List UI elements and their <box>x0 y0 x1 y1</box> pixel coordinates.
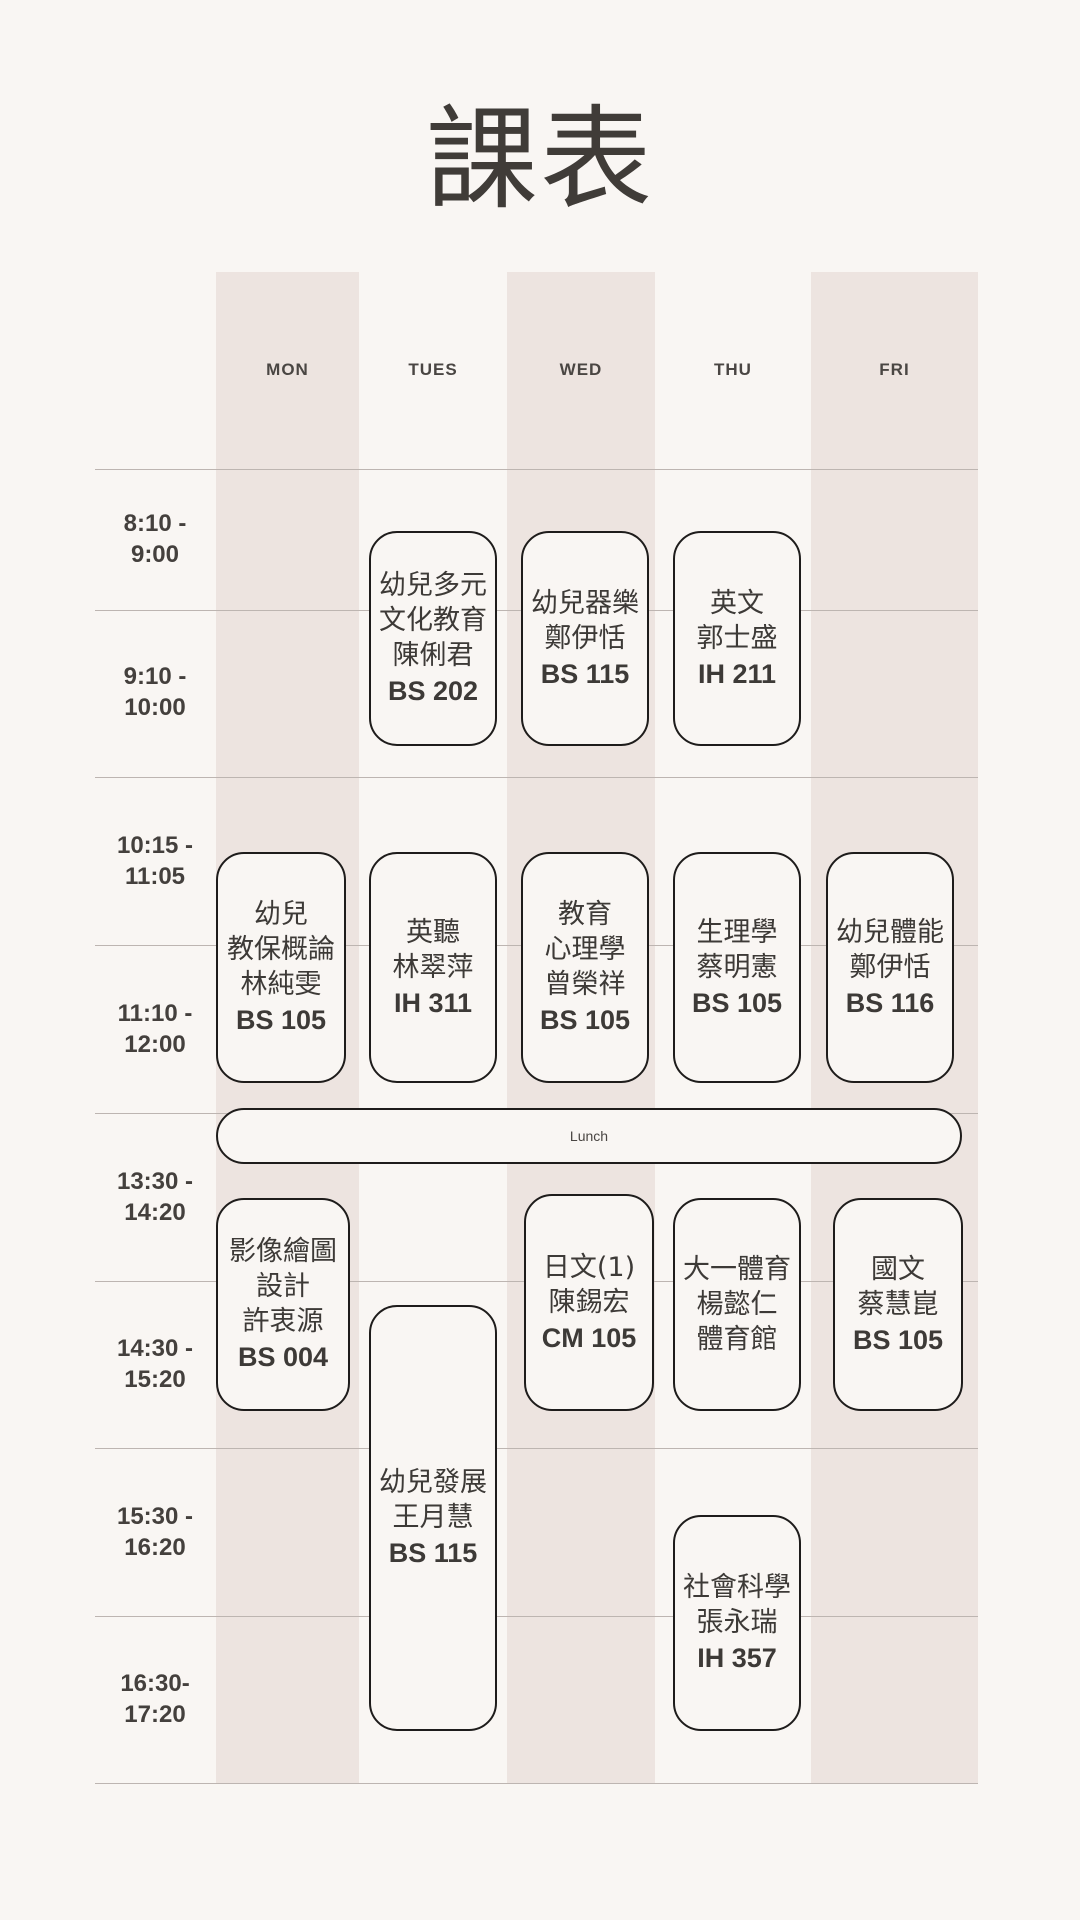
course-text-line: 文化教育 <box>379 605 487 636</box>
course-room: CM 105 <box>541 1322 637 1353</box>
course-text-line: 鄭伊恬 <box>544 622 626 654</box>
time-label: 10:15 -11:05 <box>116 832 194 890</box>
course-text-line: 英文 <box>710 587 764 619</box>
course-text-line: 鄭伊恬 <box>849 951 931 983</box>
course-text-line: 心理學 <box>544 934 626 965</box>
course-card[interactable]: 幼兒器樂 鄭伊恬 BS 115 <box>521 531 649 746</box>
day-header-thu: THU <box>714 360 752 379</box>
course-text-line: 大一體育 <box>683 1254 791 1285</box>
course-text-line: 郭士盛 <box>696 622 778 654</box>
time-label: 8:10 -9:00 <box>123 510 187 568</box>
course-card[interactable]: 幼兒發展王月慧 BS 115 <box>369 1305 497 1731</box>
row-divider <box>95 1616 978 1617</box>
course-text-line: 幼兒 <box>254 899 308 930</box>
lunch-bar: Lunch <box>216 1108 962 1164</box>
course-text-line: 曾榮祥 <box>544 969 626 1000</box>
course-card[interactable]: 幼兒多元文化教育陳俐君 BS 202 <box>369 531 497 746</box>
course-text-line: 社會科學 <box>683 1572 791 1603</box>
course-text-line: 國文 <box>871 1253 925 1285</box>
course-card[interactable]: 大一體育楊懿仁體育館 <box>673 1198 801 1411</box>
course-text-line: 蔡慧崑 <box>857 1288 939 1320</box>
course-text-line: 張永瑞 <box>696 1607 778 1638</box>
course-card[interactable]: 日文(1) 陳錫宏 CM 105 <box>524 1194 654 1411</box>
course-room: BS 105 <box>235 1005 327 1035</box>
course-room: BS 105 <box>691 987 783 1018</box>
course-text-line: 日文(1) <box>542 1251 636 1283</box>
course-text-line: 陳錫宏 <box>548 1286 630 1318</box>
course-text-line: 幼兒器樂 <box>531 587 639 619</box>
course-card[interactable]: 幼兒體能 鄭伊恬 BS 116 <box>826 852 954 1083</box>
row-divider <box>95 1783 978 1784</box>
course-card[interactable]: 國文 蔡慧崑 BS 105 <box>833 1198 963 1411</box>
course-text-line: 陳俐君 <box>392 640 474 671</box>
course-text-line: 林純雯 <box>240 969 322 1000</box>
row-divider <box>95 777 978 778</box>
course-text-line: 教育 <box>558 899 612 930</box>
course-room: BS 115 <box>540 658 630 689</box>
time-label: 16:30- 17:20 <box>120 1670 190 1728</box>
course-card[interactable]: 影像繪圖設計許衷源 BS 004 <box>216 1198 350 1411</box>
course-room: BS 105 <box>852 1324 944 1355</box>
time-label: 13:30 -14:20 <box>116 1168 194 1226</box>
course-text-line: 許衷源 <box>242 1306 324 1337</box>
course-text-line: 蔡明憲 <box>696 951 778 983</box>
course-text-line: 幼兒多元 <box>379 570 487 601</box>
course-text-line: 教保概論 <box>227 934 335 965</box>
time-label: 14:30 -15:20 <box>116 1335 194 1393</box>
course-room: BS 105 <box>539 1005 631 1035</box>
course-text-line: 幼兒體能 <box>836 916 944 948</box>
day-header-fri: FRI <box>879 360 910 379</box>
course-text-line: 設計 <box>256 1271 310 1302</box>
course-card[interactable]: 教育心理學曾榮祥 BS 105 <box>521 852 649 1083</box>
course-text-line: 幼兒發展 <box>379 1467 487 1498</box>
course-text-line: 生理學 <box>696 916 778 948</box>
time-label: 15:30 -16:20 <box>116 1503 194 1561</box>
page-title: 課表 <box>426 95 654 225</box>
course-room: BS 202 <box>387 676 479 706</box>
course-room: BS 115 <box>388 1538 478 1568</box>
course-card[interactable]: 英聽 林翠萍 IH 311 <box>369 852 497 1083</box>
day-header-wed: WED <box>559 360 603 379</box>
course-room: IH 357 <box>697 1643 777 1673</box>
course-text-line: 影像繪圖 <box>229 1236 337 1267</box>
row-divider <box>95 469 978 470</box>
course-text-line: 體育館 <box>696 1324 778 1355</box>
course-room: IH 311 <box>393 987 473 1018</box>
course-room: IH 211 <box>697 658 777 689</box>
time-label: 11:10 -12:00 <box>117 1000 193 1058</box>
course-text-line: 楊懿仁 <box>696 1289 778 1320</box>
course-text-line: 王月慧 <box>392 1502 474 1533</box>
day-header-mon: MON <box>266 360 309 379</box>
course-text-line: 林翠萍 <box>392 951 474 983</box>
row-divider <box>95 1448 978 1449</box>
course-room: BS 004 <box>237 1342 329 1372</box>
course-text-line: 英聽 <box>406 916 460 948</box>
course-card[interactable]: 生理學 蔡明憲 BS 105 <box>673 852 801 1083</box>
course-card[interactable]: 幼兒教保概論林純雯 BS 105 <box>216 852 346 1083</box>
course-card[interactable]: 英文 郭士盛 IH 211 <box>673 531 801 746</box>
course-room: BS 116 <box>845 987 935 1018</box>
time-label: 9:10 -10:00 <box>123 663 187 721</box>
day-header-tues: TUES <box>408 360 458 379</box>
course-card[interactable]: 社會科學張永瑞 IH 357 <box>673 1515 801 1731</box>
schedule-page: 課表 MON TUES WED THU FRI 8:10 -9:00 9:10 -10:00… <box>0 0 1080 1920</box>
